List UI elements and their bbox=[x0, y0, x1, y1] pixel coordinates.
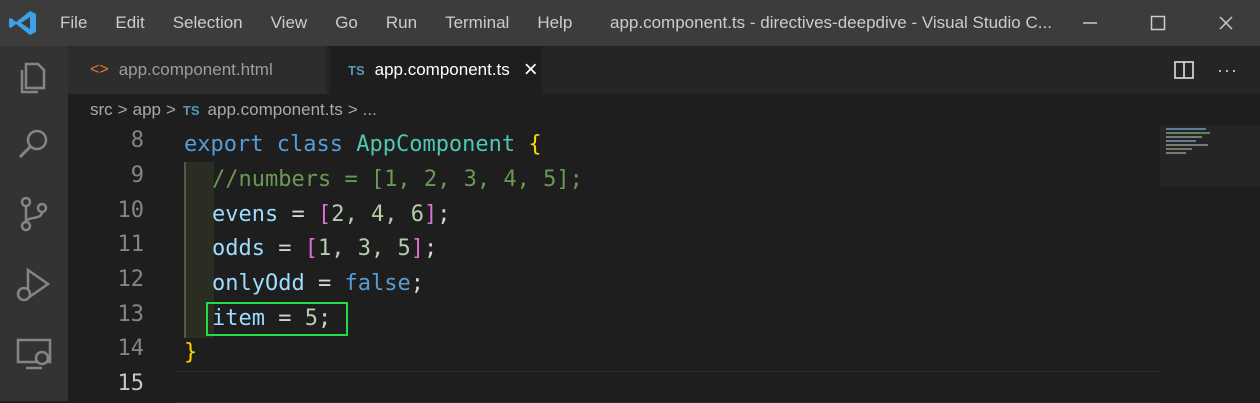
minimize-icon bbox=[1083, 22, 1097, 24]
comment: //numbers = [1, 2, 3, 4, 5]; bbox=[212, 167, 583, 192]
breadcrumb-src[interactable]: src bbox=[90, 100, 113, 120]
breadcrumb: src > app > TS app.component.ts > ... bbox=[68, 94, 1260, 126]
minimap[interactable] bbox=[1160, 126, 1260, 186]
operator: = bbox=[278, 202, 318, 227]
menu-go[interactable]: Go bbox=[321, 13, 372, 33]
minimize-button[interactable] bbox=[1056, 0, 1124, 46]
breadcrumb-separator: > bbox=[347, 100, 358, 119]
tab-app-component-ts[interactable]: TS app.component.ts × bbox=[330, 46, 542, 94]
tab-label: app.component.html bbox=[118, 60, 273, 79]
maximize-button[interactable] bbox=[1124, 0, 1192, 46]
code-line-8: export class AppComponent { bbox=[184, 128, 542, 162]
current-line-highlight bbox=[176, 371, 1160, 403]
close-window-button[interactable] bbox=[1192, 0, 1260, 46]
tab-label: app.component.ts bbox=[374, 60, 510, 79]
brace: { bbox=[528, 132, 542, 157]
menu-run[interactable]: Run bbox=[372, 13, 431, 33]
keyword: export bbox=[184, 132, 264, 157]
line-number: 14 bbox=[117, 336, 145, 361]
run-debug-icon[interactable] bbox=[14, 264, 54, 304]
code-editor[interactable]: 8 9 10 11 12 13 14 15 export class AppCo… bbox=[68, 126, 1260, 403]
operator: = bbox=[264, 236, 305, 261]
menu-file[interactable]: File bbox=[46, 13, 101, 33]
menu-selection[interactable]: Selection bbox=[159, 13, 257, 33]
breadcrumb-file[interactable]: app.component.ts bbox=[208, 100, 343, 120]
line-number: 13 bbox=[117, 302, 145, 327]
window-title: app.component.ts - directives-deepdive -… bbox=[610, 13, 1052, 32]
breadcrumb-separator: > bbox=[165, 100, 176, 119]
bracket: ] bbox=[410, 236, 424, 261]
menu-edit[interactable]: Edit bbox=[101, 13, 158, 33]
activity-bar bbox=[0, 46, 68, 401]
html-file-icon: <> bbox=[90, 61, 109, 78]
code-line-11: odds = [1, 3, 5]; bbox=[212, 232, 437, 266]
explorer-icon[interactable] bbox=[14, 58, 54, 98]
tab-close-button[interactable]: × bbox=[524, 56, 538, 84]
brace: } bbox=[184, 340, 198, 365]
search-icon[interactable] bbox=[14, 124, 54, 164]
ts-file-icon: TS bbox=[182, 102, 200, 118]
breadcrumb-separator: > bbox=[117, 100, 128, 119]
ts-file-icon: TS bbox=[348, 62, 365, 78]
menu-view[interactable]: View bbox=[257, 13, 322, 33]
variable: evens bbox=[212, 202, 279, 227]
array-values: 2, 4, 6 bbox=[331, 202, 424, 227]
tab-actions: ··· bbox=[1173, 46, 1260, 94]
array-values: 1, 3, 5 bbox=[317, 236, 411, 261]
split-editor-icon[interactable] bbox=[1173, 60, 1195, 80]
vscode-logo-icon[interactable] bbox=[8, 9, 38, 37]
menu-bar: File Edit Selection View Go Run Terminal… bbox=[46, 0, 586, 46]
code-line-10: evens = [2, 4, 6]; bbox=[212, 198, 450, 232]
annotation-highlight-box bbox=[206, 302, 348, 336]
class-name: AppComponent bbox=[356, 132, 516, 157]
code-line-9: //numbers = [1, 2, 3, 4, 5]; bbox=[212, 163, 583, 197]
source-control-icon[interactable] bbox=[14, 194, 54, 234]
breadcrumb-symbol[interactable]: ... bbox=[363, 100, 377, 120]
line-number: 15 bbox=[117, 371, 145, 396]
editor-tabs: <> app.component.html TS app.component.t… bbox=[68, 46, 1260, 94]
line-number: 8 bbox=[130, 128, 144, 153]
semicolon: ; bbox=[423, 236, 438, 261]
bracket: [ bbox=[304, 236, 318, 261]
boolean: false bbox=[344, 271, 411, 296]
tab-app-component-html[interactable]: <> app.component.html bbox=[68, 46, 326, 94]
window-controls bbox=[1056, 0, 1260, 46]
semicolon: ; bbox=[437, 202, 451, 227]
code-line-12: onlyOdd = false; bbox=[212, 267, 424, 301]
variable: odds bbox=[212, 236, 265, 261]
menu-help[interactable]: Help bbox=[523, 13, 586, 33]
close-icon bbox=[1219, 16, 1233, 30]
line-number: 11 bbox=[117, 232, 145, 257]
line-number: 12 bbox=[117, 267, 145, 292]
title-bar: File Edit Selection View Go Run Terminal… bbox=[0, 0, 1260, 46]
code-line-14: } bbox=[184, 336, 197, 370]
line-number: 10 bbox=[117, 198, 145, 223]
operator: = bbox=[304, 271, 345, 296]
bracket: ] bbox=[423, 202, 438, 227]
more-actions-button[interactable]: ··· bbox=[1217, 60, 1238, 81]
variable: onlyOdd bbox=[212, 271, 305, 296]
remote-explorer-icon[interactable] bbox=[14, 334, 54, 374]
keyword: class bbox=[276, 132, 343, 157]
breadcrumb-app[interactable]: app bbox=[133, 100, 161, 120]
maximize-icon bbox=[1150, 15, 1166, 31]
bracket: [ bbox=[317, 202, 332, 227]
line-number: 9 bbox=[130, 163, 144, 188]
menu-terminal[interactable]: Terminal bbox=[431, 13, 523, 33]
semicolon: ; bbox=[410, 271, 424, 296]
